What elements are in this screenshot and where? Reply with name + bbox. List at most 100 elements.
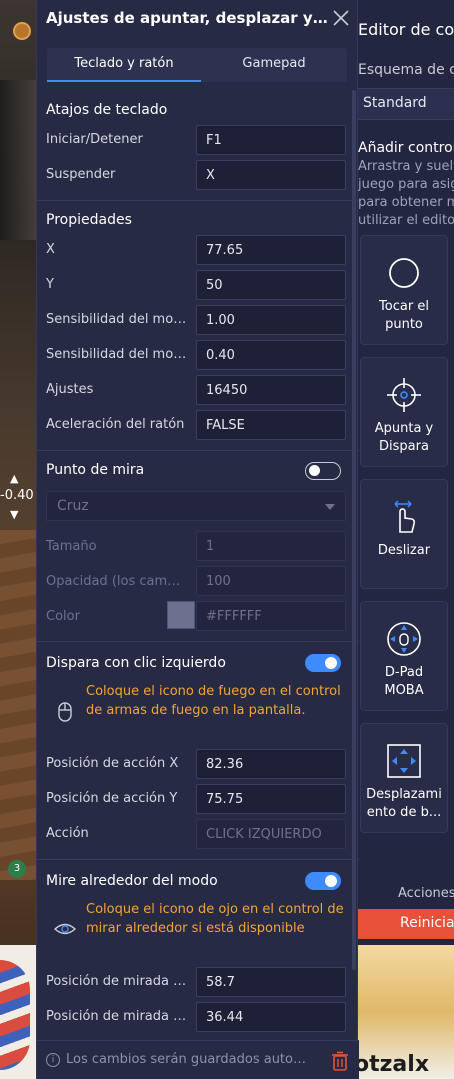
dialog-header: Ajustes de apuntar, desplazar y d... <box>37 0 359 38</box>
info-icon: i <box>46 1053 60 1067</box>
start-stop-key-field[interactable]: F1 <box>196 125 346 155</box>
chevron-up-icon[interactable]: ▲ <box>10 472 18 485</box>
scheme-label: Esquema de co <box>358 62 454 78</box>
look-around-toggle[interactable] <box>305 872 341 890</box>
input-tabs: Teclado y ratón Gamepad <box>47 48 347 82</box>
row-label: Opacidad (los cambio... <box>46 574 188 589</box>
description-line: Arrastra y suelta <box>358 159 454 174</box>
control-card-label: Apunta y Dispara <box>374 421 434 454</box>
chevron-down-icon[interactable]: ▼ <box>10 508 18 521</box>
divider <box>37 641 359 642</box>
left-click-fire-hint: Coloque el icono de fuego en el control … <box>86 684 341 718</box>
row-label: Posición de acción Y <box>46 791 178 806</box>
crosshair-toggle[interactable] <box>305 462 341 480</box>
divider <box>37 450 359 451</box>
row-label: Posición de mirada li... <box>46 1009 188 1024</box>
game-value-readout: -0.40 <box>0 488 34 503</box>
action-field[interactable]: CLICK IZQUIERDO <box>196 819 346 849</box>
settings-value-field[interactable]: 16450 <box>196 375 346 405</box>
toggle-knob <box>325 875 337 887</box>
description-line: utilizar el editor <box>358 213 454 228</box>
control-card-tap[interactable]: Tocar el punto <box>360 235 448 345</box>
x-field[interactable]: 77.65 <box>196 235 346 265</box>
autosave-notice: Los cambios serán guardados autom... <box>66 1052 316 1067</box>
section-title-look-around: Mire alrededor del modo <box>46 873 218 889</box>
row-label: Aceleración del ratón <box>46 417 185 432</box>
dialog-title: Ajustes de apuntar, desplazar y d... <box>46 9 328 27</box>
left-click-fire-toggle[interactable] <box>305 654 341 672</box>
description-line: juego para asign <box>358 177 454 192</box>
section-title-crosshair: Punto de mira <box>46 462 145 478</box>
toggle-knob <box>309 465 320 476</box>
tab-keyboard-mouse[interactable]: Teclado y ratón <box>47 48 201 82</box>
description-line: para obtener má <box>358 195 454 210</box>
control-card-label: D-Pad MOBA <box>384 665 424 698</box>
crosshair-color-swatch[interactable] <box>167 601 195 629</box>
row-label: Ajustes <box>46 382 94 397</box>
row-label: Posición de acción X <box>46 756 179 771</box>
mouse-icon <box>58 702 72 722</box>
game-menu-icon[interactable] <box>13 22 31 40</box>
reset-button[interactable]: Reinicia <box>358 909 454 939</box>
mouse-sensitivity-y-field[interactable]: 0.40 <box>196 340 346 370</box>
look-position-y-field[interactable]: 36.44 <box>196 1002 346 1032</box>
chevron-down-icon <box>325 504 335 510</box>
close-icon[interactable] <box>331 8 351 28</box>
row-label: Posición de mirada li... <box>46 974 188 989</box>
row-label: Y <box>46 277 54 292</box>
suspend-key-field[interactable]: X <box>196 160 346 190</box>
section-title-shortcuts: Atajos de teclado <box>46 102 168 118</box>
mouse-acceleration-field[interactable]: FALSE <box>196 410 346 440</box>
add-controls-heading: Añadir controle <box>358 140 454 156</box>
control-card-label: Desplazami ento de b... <box>366 787 442 820</box>
control-card-dpad[interactable]: D-Pad MOBA <box>360 601 448 711</box>
controls-editor-title: Editor de con <box>358 20 454 39</box>
crosshair-type-select[interactable]: Cruz <box>46 491 346 521</box>
control-card-pan[interactable]: Desplazami ento de b... <box>360 723 448 833</box>
control-card-swipe[interactable]: Deslizar <box>360 479 448 589</box>
aim-pan-settings-dialog: Ajustes de apuntar, desplazar y d... Tec… <box>36 0 359 1079</box>
dialog-footer: i Los cambios serán guardados autom... <box>37 1040 359 1079</box>
game-scene-wall <box>0 80 38 240</box>
scrollbar[interactable] <box>352 90 356 970</box>
crosshair-color-field[interactable]: #FFFFFF <box>196 601 346 631</box>
crosshair-size-field[interactable]: 1 <box>196 531 346 561</box>
game-viewport: ▲ -0.40 ▼ 3 <box>0 0 38 1079</box>
game-scene-floor <box>0 530 38 880</box>
control-card-label: Tocar el punto <box>379 299 429 332</box>
y-field[interactable]: 50 <box>196 270 346 300</box>
control-card-aim[interactable]: Apunta y Dispara <box>360 357 448 467</box>
row-label: Acción <box>46 826 89 841</box>
row-label: X <box>46 242 55 257</box>
controls-editor-panel: Editor de con Esquema de co Standard Aña… <box>352 0 454 1079</box>
dpad-icon <box>387 622 421 656</box>
game-emblem-image <box>0 960 30 1070</box>
action-position-y-field[interactable]: 75.75 <box>196 784 346 814</box>
crosshair-type-value: Cruz <box>57 498 89 514</box>
control-card-label: Deslizar <box>377 543 431 558</box>
divider <box>37 200 359 201</box>
crosshair-icon <box>387 378 421 412</box>
actions-label: Acciones <box>398 886 454 901</box>
scheme-select[interactable]: Standard <box>356 88 454 120</box>
crosshair-opacity-field[interactable]: 100 <box>196 566 346 596</box>
pan-arrows-icon <box>387 744 421 778</box>
add-controls-description: Arrastra y suelta juego para asign para … <box>358 158 454 230</box>
tab-gamepad[interactable]: Gamepad <box>201 48 347 82</box>
row-label: Tamaño <box>46 539 97 554</box>
eye-icon <box>53 923 77 935</box>
mouse-sensitivity-x-field[interactable]: 1.00 <box>196 305 346 335</box>
swipe-hand-icon <box>394 500 416 533</box>
row-label: Iniciar/Detener <box>46 132 143 147</box>
circle-icon <box>389 258 419 288</box>
row-label: Suspender <box>46 167 116 182</box>
action-position-x-field[interactable]: 82.36 <box>196 749 346 779</box>
section-title-properties: Propiedades <box>46 212 132 228</box>
divider <box>37 859 359 860</box>
look-position-x-field[interactable]: 58.7 <box>196 967 346 997</box>
trash-icon[interactable] <box>331 1051 349 1071</box>
section-title-left-click-fire: Dispara con clic izquierdo <box>46 655 226 671</box>
game-artwork-text: otzalx <box>354 1052 430 1077</box>
row-label: Sensibilidad del mou... <box>46 347 188 362</box>
row-label: Sensibilidad del mou... <box>46 312 188 327</box>
